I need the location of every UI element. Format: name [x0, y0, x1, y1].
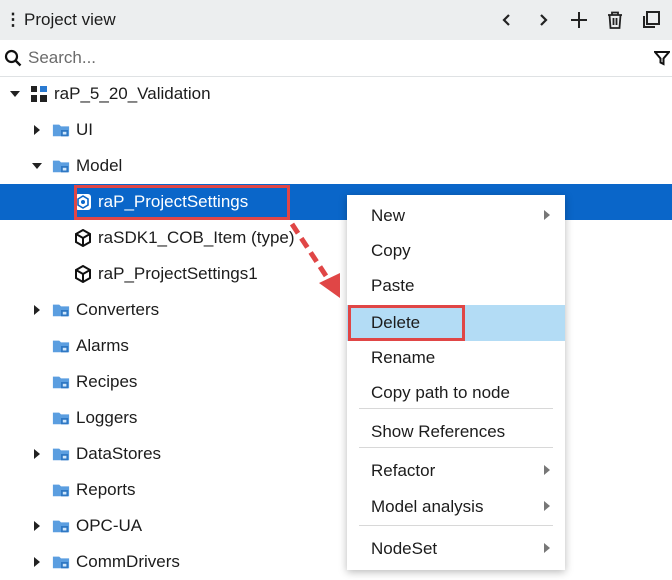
menu-item-label: Copy path to node — [371, 383, 510, 402]
tree-item[interactable]: CommDrivers — [0, 544, 672, 580]
tree-item[interactable]: UI — [0, 112, 672, 148]
search-input[interactable] — [28, 48, 654, 68]
menu-item-refactor[interactable]: Refactor — [347, 453, 565, 489]
menu-item-label: Model analysis — [371, 497, 484, 516]
menu-item-new[interactable]: New — [347, 198, 565, 234]
tree-item-label: Model — [76, 156, 123, 175]
folder-model-icon — [52, 157, 76, 175]
folder-alarms-icon — [52, 337, 76, 355]
tree-item[interactable]: OPC-UA — [0, 508, 672, 544]
caret-right-icon[interactable] — [30, 519, 44, 533]
chevron-left-icon[interactable] — [492, 5, 522, 35]
tree-item[interactable]: Converters — [0, 292, 672, 328]
tree-item-label: Alarms — [76, 336, 129, 355]
menu-item-label: Paste — [371, 276, 415, 295]
kebab-icon[interactable]: ⋮ — [2, 10, 24, 30]
tree-item-label: Converters — [76, 300, 160, 319]
tree-item[interactable]: Reports — [0, 472, 672, 508]
caret-right-icon[interactable] — [30, 123, 44, 137]
tree-item[interactable]: raP_5_20_Validation — [0, 76, 672, 112]
tree-item-label: Loggers — [76, 408, 138, 427]
tree-item[interactable]: raP_ProjectSettings1 — [0, 256, 672, 292]
submenu-arrow-icon — [543, 497, 551, 517]
submenu-arrow-icon — [543, 461, 551, 481]
annotation-delete-box — [348, 305, 465, 341]
submenu-arrow-icon — [543, 539, 551, 559]
menu-item-label: Rename — [371, 348, 436, 367]
folder-loggers-icon — [52, 409, 76, 427]
tree-item[interactable]: Model — [0, 148, 672, 184]
search-icon — [4, 49, 22, 67]
folder-opcua-icon — [52, 517, 76, 535]
caret-right-icon[interactable] — [30, 303, 44, 317]
menu-item-show-references[interactable]: Show References — [347, 414, 565, 450]
folder-commdrivers-icon — [52, 553, 76, 571]
tree-item-label: DataStores — [76, 444, 162, 463]
tree-item-label: Reports — [76, 480, 136, 499]
tree-item[interactable]: raSDK1_COB_Item (type) — [0, 220, 672, 256]
tree-item[interactable]: Loggers — [0, 400, 672, 436]
project-icon — [30, 85, 54, 103]
menu-item-label: Show References — [371, 422, 506, 441]
tree-item-label: UI — [76, 120, 93, 139]
tree-item-label: OPC-UA — [76, 516, 143, 535]
menu-item-copy-path-to-node[interactable]: Copy path to node — [347, 375, 565, 411]
menu-item-rename[interactable]: Rename — [347, 340, 565, 376]
folder-reports-icon — [52, 481, 76, 499]
type-icon — [74, 265, 98, 283]
annotation-selected-box — [74, 185, 290, 220]
filter-icon[interactable] — [654, 50, 670, 66]
type-icon — [74, 229, 98, 247]
tree-item-label: raSDK1_COB_Item (type) — [98, 228, 295, 247]
chevron-right-icon[interactable] — [528, 5, 558, 35]
menu-item-paste[interactable]: Paste — [347, 268, 565, 304]
project-view-header: ⋮ Project view — [0, 0, 672, 40]
plus-icon[interactable] — [564, 5, 594, 35]
panel-title: Project view — [24, 10, 116, 29]
menu-item-label: Refactor — [371, 461, 436, 480]
tree-item[interactable]: Recipes — [0, 364, 672, 400]
tree-item[interactable]: Alarms — [0, 328, 672, 364]
folder-datastores-icon — [52, 445, 76, 463]
tree-item-label: Recipes — [76, 372, 138, 391]
menu-item-nodeset[interactable]: NodeSet — [347, 531, 565, 567]
context-menu: New Copy Paste Delete Rename Copy path to nod… — [347, 195, 565, 570]
menu-item-label: New — [371, 206, 406, 225]
trash-icon[interactable] — [600, 5, 630, 35]
tree-item-label: raP_5_20_Validation — [54, 84, 211, 103]
menu-separator — [359, 525, 553, 526]
popout-icon[interactable] — [636, 5, 666, 35]
menu-separator — [359, 447, 553, 448]
caret-right-icon[interactable] — [30, 555, 44, 569]
search-bar — [0, 40, 672, 77]
folder-recipes-icon — [52, 373, 76, 391]
tree-item-label: CommDrivers — [76, 552, 180, 571]
menu-item-label: Copy — [371, 241, 411, 260]
menu-separator — [359, 408, 553, 409]
tree-item-label: raP_ProjectSettings1 — [98, 264, 258, 283]
caret-down-icon[interactable] — [30, 159, 44, 173]
caret-down-icon[interactable] — [8, 87, 22, 101]
submenu-arrow-icon — [543, 206, 551, 226]
tree-item[interactable]: DataStores — [0, 436, 672, 472]
menu-item-copy[interactable]: Copy — [347, 233, 565, 269]
folder-converters-icon — [52, 301, 76, 319]
menu-item-label: NodeSet — [371, 539, 438, 558]
folder-ui-icon — [52, 121, 76, 139]
menu-item-model-analysis[interactable]: Model analysis — [347, 489, 565, 525]
caret-right-icon[interactable] — [30, 447, 44, 461]
